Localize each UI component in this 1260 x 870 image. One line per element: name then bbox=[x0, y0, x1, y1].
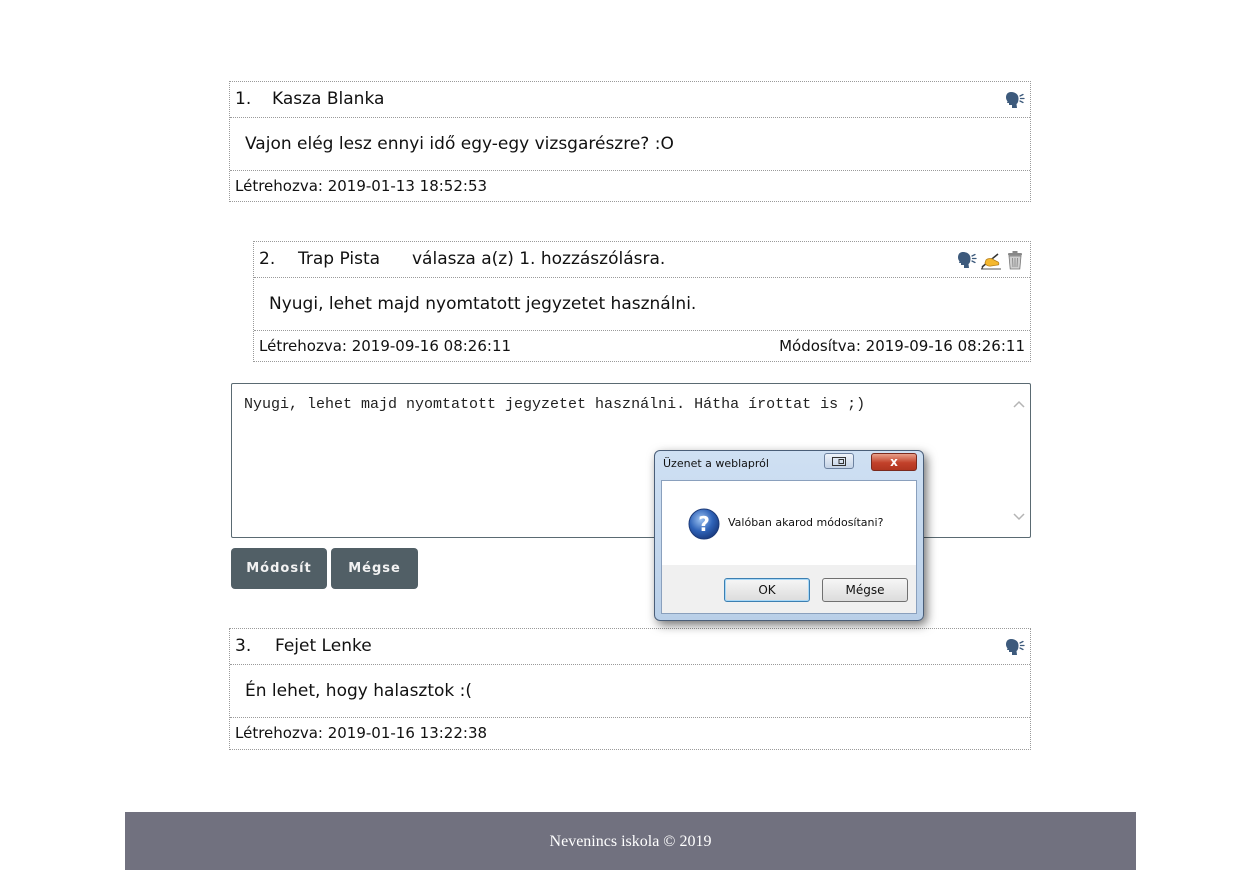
comment-header: 1. Kasza Blanka bbox=[230, 82, 1030, 118]
modified-timestamp: Módosítva: 2019-09-16 08:26:11 bbox=[779, 337, 1025, 355]
comment-card: 1. Kasza Blanka Vajon elég lesz ennyi id… bbox=[229, 81, 1031, 202]
writing-hand-icon[interactable] bbox=[980, 249, 1002, 271]
comment-author: Fejet Lenke bbox=[275, 636, 372, 656]
speaking-head-icon[interactable] bbox=[956, 249, 978, 271]
speaking-head-icon[interactable] bbox=[1004, 89, 1026, 111]
reply-to-label: válasza a(z) 1. hozzászólásra. bbox=[412, 249, 666, 269]
scroll-down-icon[interactable] bbox=[1011, 509, 1027, 525]
created-timestamp: Létrehozva: 2019-09-16 08:26:11 bbox=[259, 337, 512, 355]
comment-text: Én lehet, hogy halasztok :( bbox=[230, 665, 1030, 718]
comment-footer: Létrehozva: 2019-01-13 18:52:53 bbox=[230, 171, 1030, 201]
scroll-up-icon[interactable] bbox=[1011, 396, 1027, 412]
dialog-cancel-button[interactable]: Mégse bbox=[822, 578, 908, 602]
comment-actions bbox=[1004, 82, 1026, 117]
dialog-title: Üzenet a weblapról bbox=[663, 457, 769, 470]
dialog-message: Valóban akarod módosítani? bbox=[728, 516, 884, 529]
comment-card: 2. Trap Pista válasza a(z) 1. hozzászólá… bbox=[253, 241, 1031, 362]
created-timestamp: Létrehozva: 2019-01-16 13:22:38 bbox=[235, 724, 488, 742]
comment-header: 2. Trap Pista válasza a(z) 1. hozzászólá… bbox=[254, 242, 1030, 278]
comment-text: Vajon elég lesz ennyi idő egy-egy vizsga… bbox=[230, 118, 1030, 171]
page: 1. Kasza Blanka Vajon elég lesz ennyi id… bbox=[0, 0, 1260, 870]
comment-actions bbox=[956, 242, 1026, 277]
comment-text: Nyugi, lehet majd nyomtatott jegyzetet h… bbox=[254, 278, 1030, 331]
comment-card: 3. Fejet Lenke Én lehet, hogy halasztok … bbox=[229, 628, 1031, 750]
restore-window-icon bbox=[832, 456, 846, 466]
comment-author: Trap Pista bbox=[298, 249, 381, 269]
dialog-content: ? Valóban akarod módosítani? bbox=[662, 481, 916, 565]
question-icon: ? bbox=[688, 508, 720, 540]
comment-actions bbox=[1004, 629, 1026, 664]
speaking-head-icon[interactable] bbox=[1004, 636, 1026, 658]
confirm-dialog: Üzenet a weblapról x ? Valóban akarod mó… bbox=[654, 450, 924, 621]
comment-footer: Létrehozva: 2019-01-16 13:22:38 bbox=[230, 718, 1030, 748]
page-footer: Nevenincs iskola © 2019 bbox=[125, 812, 1136, 870]
svg-text:?: ? bbox=[698, 512, 710, 536]
comment-footer: Létrehozva: 2019-09-16 08:26:11 Módosítv… bbox=[254, 331, 1030, 361]
comment-number: 2. bbox=[259, 249, 276, 269]
dialog-body: ? Valóban akarod módosítani? OK Mégse bbox=[661, 480, 917, 614]
comment-number: 3. bbox=[235, 636, 252, 656]
dialog-close-button[interactable]: x bbox=[871, 453, 917, 471]
comment-header: 3. Fejet Lenke bbox=[230, 629, 1030, 665]
restore-window-button[interactable] bbox=[824, 453, 854, 469]
trash-icon[interactable] bbox=[1004, 249, 1026, 271]
modify-button[interactable]: Módosít bbox=[231, 548, 327, 589]
dialog-ok-button[interactable]: OK bbox=[724, 578, 810, 602]
cancel-button[interactable]: Mégse bbox=[331, 548, 418, 589]
comment-author: Kasza Blanka bbox=[272, 89, 385, 109]
created-timestamp: Létrehozva: 2019-01-13 18:52:53 bbox=[235, 177, 488, 195]
comment-number: 1. bbox=[235, 89, 252, 109]
footer-text: Nevenincs iskola © 2019 bbox=[549, 833, 712, 850]
